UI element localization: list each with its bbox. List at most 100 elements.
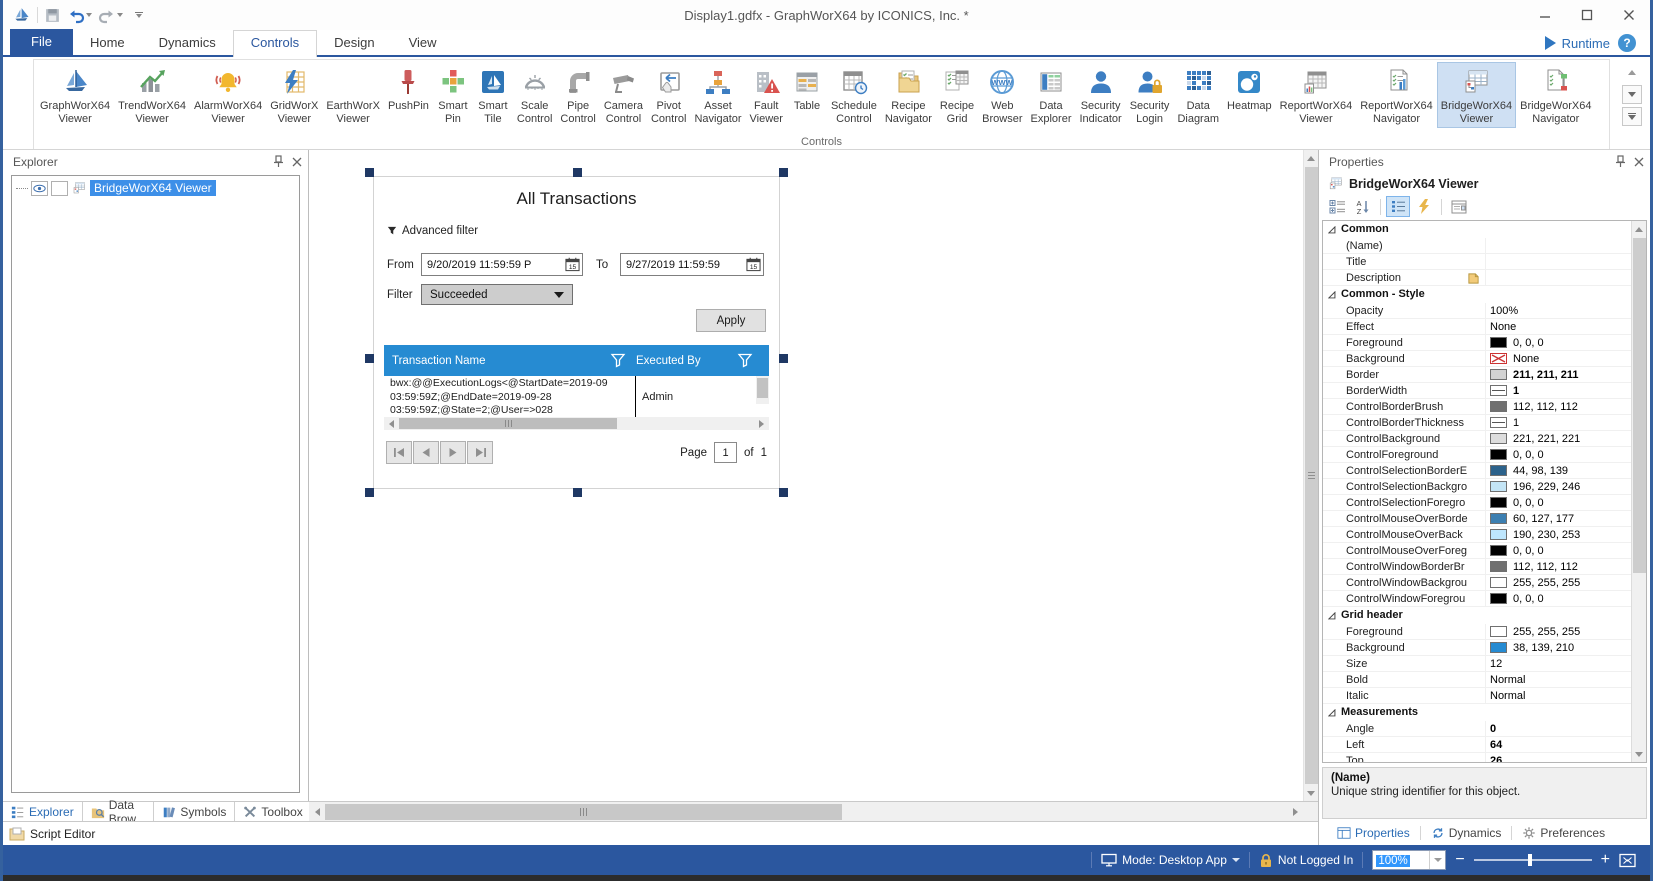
- property-row-controlselectionforegro[interactable]: ControlSelectionForegro0, 0, 0: [1323, 495, 1631, 511]
- ribbon-item-smart-pin[interactable]: SmartPin: [433, 62, 473, 128]
- scrollbar-thumb[interactable]: [1305, 167, 1318, 784]
- ribbon-item-pivot-control[interactable]: PivotControl: [647, 62, 690, 128]
- property-value[interactable]: 0, 0, 0: [1486, 335, 1631, 350]
- property-value[interactable]: Normal: [1486, 672, 1631, 687]
- resize-handle-top-center[interactable]: [573, 168, 582, 177]
- ribbon-scroll-down-button[interactable]: [1622, 85, 1642, 104]
- scroll-left-icon[interactable]: [309, 802, 325, 822]
- ribbon-item-heatmap[interactable]: Heatmap: [1223, 62, 1276, 115]
- design-canvas[interactable]: All Transactions Advanced filter From 9/…: [309, 150, 1303, 801]
- ribbon-item-earthworx-viewer[interactable]: EarthWorXViewer: [322, 62, 384, 128]
- panel-tab-preferences[interactable]: Preferences: [1514, 826, 1613, 840]
- scroll-down-icon[interactable]: [1304, 785, 1319, 801]
- scroll-up-icon[interactable]: [1304, 150, 1319, 166]
- scrollbar-thumb[interactable]: [1633, 238, 1646, 573]
- canvas-vertical-scrollbar[interactable]: [1303, 150, 1318, 801]
- ribbon-item-alarmworx64-viewer[interactable]: AlarmWorX64Viewer: [190, 62, 266, 128]
- categorized-view-icon[interactable]: [1325, 196, 1349, 217]
- ribbon-item-pipe-control[interactable]: PipeControl: [556, 62, 599, 128]
- property-row-foreground[interactable]: Foreground0, 0, 0: [1323, 335, 1631, 351]
- tab-design[interactable]: Design: [317, 31, 391, 55]
- property-value[interactable]: [1486, 238, 1631, 253]
- ribbon-item-security-login[interactable]: SecurityLogin: [1126, 62, 1174, 128]
- property-value[interactable]: [1486, 270, 1631, 285]
- property-row-controlborderbrush[interactable]: ControlBorderBrush112, 112, 112: [1323, 399, 1631, 415]
- advanced-filter-toggle[interactable]: Advanced filter: [387, 225, 478, 237]
- panel-tab-dynamics[interactable]: Dynamics: [1423, 826, 1510, 840]
- resize-handle-bottom-center[interactable]: [573, 488, 582, 497]
- pin-icon[interactable]: [273, 155, 284, 168]
- help-icon[interactable]: [1618, 34, 1636, 52]
- property-value[interactable]: 0, 0, 0: [1486, 447, 1631, 462]
- property-row-border[interactable]: Border211, 211, 211: [1323, 367, 1631, 383]
- ribbon-item-recipe-grid[interactable]: RecipeGrid: [936, 62, 978, 128]
- resize-handle-middle-right[interactable]: [779, 354, 788, 363]
- property-row-background[interactable]: Background38, 139, 210: [1323, 640, 1631, 656]
- property-value[interactable]: 44, 98, 139: [1486, 463, 1631, 478]
- ribbon-item-fault-viewer[interactable]: FaultViewer: [746, 62, 787, 128]
- panel-tab-properties[interactable]: Properties: [1329, 826, 1418, 840]
- property-section-measurements[interactable]: Measurements: [1323, 704, 1631, 721]
- column-filter-icon[interactable]: [610, 353, 626, 368]
- property-row-controlmouseoverborde[interactable]: ControlMouseOverBorde60, 127, 177: [1323, 511, 1631, 527]
- ribbon-item-security-indicator[interactable]: SecurityIndicator: [1075, 62, 1125, 128]
- runtime-button[interactable]: Runtime: [1545, 36, 1610, 51]
- to-date-input[interactable]: 9/27/2019 11:59:59 15: [620, 253, 764, 276]
- property-value[interactable]: 1: [1486, 415, 1631, 430]
- resize-handle-bottom-right[interactable]: [779, 488, 788, 497]
- property-row-description[interactable]: Description: [1323, 270, 1631, 286]
- column-filter-icon[interactable]: [737, 353, 753, 368]
- ribbon-item-web-browser[interactable]: WWWWebBrowser: [978, 62, 1026, 128]
- list-view-icon[interactable]: [1386, 196, 1410, 217]
- ribbon-item-graphworx64-viewer[interactable]: GraphWorX64Viewer: [36, 62, 114, 128]
- scrollbar-thumb[interactable]: [399, 418, 617, 429]
- ribbon-item-bridgeworx64-viewer[interactable]: BridgeWorX64Viewer: [1437, 62, 1516, 128]
- property-row-bold[interactable]: BoldNormal: [1323, 672, 1631, 688]
- property-row-opacity[interactable]: Opacity100%: [1323, 303, 1631, 319]
- ribbon-item-asset-navigator[interactable]: AssetNavigator: [690, 62, 745, 128]
- property-row-controlwindowforegrou[interactable]: ControlWindowForegrou0, 0, 0: [1323, 591, 1631, 607]
- property-section-common-style[interactable]: Common - Style: [1323, 286, 1631, 303]
- property-value[interactable]: 0, 0, 0: [1486, 543, 1631, 558]
- property-section-grid-header[interactable]: Grid header: [1323, 607, 1631, 624]
- table-vertical-scrollbar[interactable]: [756, 376, 769, 404]
- property-row-background[interactable]: BackgroundNone: [1323, 351, 1631, 367]
- property-row-top[interactable]: Top26: [1323, 753, 1631, 762]
- property-value[interactable]: 60, 127, 177: [1486, 511, 1631, 526]
- last-page-button[interactable]: [467, 441, 493, 464]
- ribbon-scroll-up-button[interactable]: [1622, 63, 1642, 82]
- fit-to-window-icon[interactable]: [1619, 853, 1636, 868]
- calendar-icon[interactable]: 15: [744, 254, 763, 275]
- bridgeworx-viewer-widget[interactable]: All Transactions Advanced filter From 9/…: [373, 176, 780, 489]
- property-value[interactable]: 112, 112, 112: [1486, 399, 1631, 414]
- property-value[interactable]: 190, 230, 253: [1486, 527, 1631, 542]
- ribbon-item-smart-tile[interactable]: SmartTile: [473, 62, 513, 128]
- property-value[interactable]: 64: [1486, 737, 1631, 752]
- close-icon[interactable]: [1634, 157, 1644, 167]
- events-lightning-icon[interactable]: [1412, 196, 1436, 217]
- script-editor-bar[interactable]: Script Editor: [3, 821, 1318, 845]
- property-value[interactable]: 211, 211, 211: [1486, 367, 1631, 382]
- ribbon-item-pushpin[interactable]: PushPin: [384, 62, 433, 115]
- dock-tab-explorer[interactable]: Explorer: [3, 802, 83, 821]
- maximize-button[interactable]: [1566, 1, 1608, 29]
- property-value[interactable]: 255, 255, 255: [1486, 624, 1631, 639]
- next-page-button[interactable]: [440, 441, 466, 464]
- property-value[interactable]: None: [1486, 319, 1631, 334]
- pin-icon[interactable]: [1615, 155, 1626, 168]
- table-row[interactable]: bwx:@@ExecutionLogs<@StartDate=2019-09 0…: [384, 376, 769, 417]
- property-value[interactable]: 0: [1486, 721, 1631, 736]
- property-value[interactable]: 196, 229, 246: [1486, 479, 1631, 494]
- tab-view[interactable]: View: [392, 31, 454, 55]
- minimize-button[interactable]: [1524, 1, 1566, 29]
- slider-thumb[interactable]: [1528, 854, 1532, 866]
- ribbon-item-reportworx64-navigator[interactable]: ReportWorX64Navigator: [1356, 62, 1437, 128]
- property-row-title[interactable]: Title: [1323, 254, 1631, 270]
- property-value[interactable]: 100%: [1486, 303, 1631, 318]
- property-row-left[interactable]: Left64: [1323, 737, 1631, 753]
- property-value[interactable]: 38, 139, 210: [1486, 640, 1631, 655]
- customize-qat-button[interactable]: [135, 12, 143, 18]
- sort-az-icon[interactable]: AZ: [1351, 196, 1375, 217]
- ribbon-item-reportworx64-viewer[interactable]: ReportWorX64Viewer: [1276, 62, 1357, 128]
- canvas-horizontal-scrollbar[interactable]: [309, 802, 1303, 821]
